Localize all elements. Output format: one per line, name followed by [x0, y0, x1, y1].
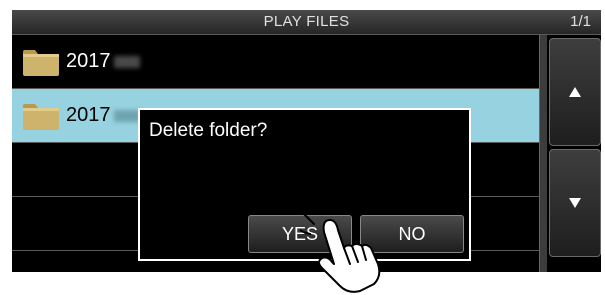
page-count: 1/1	[570, 13, 591, 30]
redacted-text	[113, 109, 140, 122]
folder-icon	[23, 104, 59, 130]
scrollbar[interactable]	[539, 35, 547, 272]
title-bar: PLAY FILES 1/1	[12, 10, 601, 35]
folder-name: 2017	[66, 50, 140, 73]
folder-icon	[23, 50, 59, 76]
folder-name: 2017	[66, 104, 140, 127]
folder-row[interactable]: 2017	[12, 35, 539, 89]
dialog-message: Delete folder?	[149, 120, 268, 141]
screen-title: PLAY FILES	[263, 13, 350, 30]
up-arrow-icon	[569, 87, 581, 97]
scroll-up-button[interactable]	[549, 38, 601, 146]
down-arrow-icon	[569, 198, 581, 208]
hand-pointer-icon	[300, 212, 381, 293]
redacted-text	[113, 55, 140, 68]
scroll-down-button[interactable]	[549, 149, 601, 257]
